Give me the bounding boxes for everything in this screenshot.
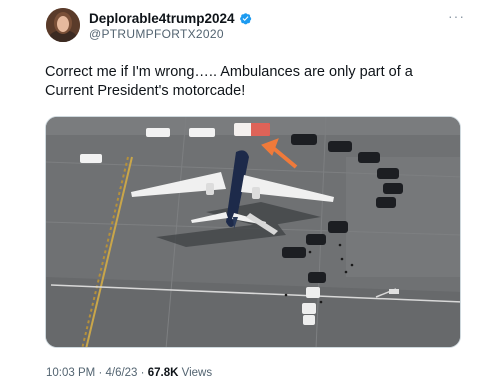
motorcade-photo (46, 117, 460, 347)
avatar-image (46, 8, 80, 42)
avatar[interactable] (46, 8, 80, 42)
tweet-text: Correct me if I'm wrong….. Ambulances ar… (45, 64, 413, 99)
tweet-meta: 10:03 PM · 4/6/23 · 67.8K Views (46, 367, 212, 379)
views-label: Views (181, 367, 213, 379)
author-name-row: Deplorable4trump2024 (89, 11, 252, 26)
meta-separator: · (98, 367, 103, 379)
more-options-icon[interactable]: ··· (448, 8, 465, 24)
tweet-time[interactable]: 10:03 PM (46, 367, 95, 379)
meta-separator-2: · (140, 367, 145, 379)
tweet-date[interactable]: 4/6/23 (105, 367, 137, 379)
display-name[interactable]: Deplorable4trump2024 (89, 11, 235, 26)
tweet-media[interactable] (45, 116, 461, 348)
user-handle[interactable]: @PTRUMPFORTX2020 (89, 27, 224, 41)
verified-badge-icon (239, 12, 252, 25)
views-count: 67.8K (147, 367, 179, 379)
